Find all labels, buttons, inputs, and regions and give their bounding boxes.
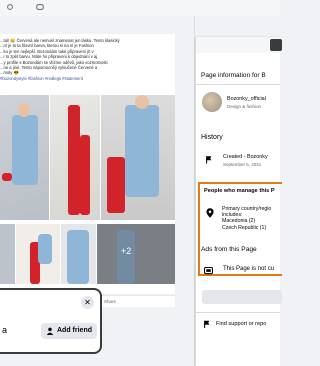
location-pin-icon bbox=[206, 208, 214, 218]
divider bbox=[196, 312, 280, 313]
post-card: ...tal! 😊 Červená ale nemusí znamenat je… bbox=[0, 34, 175, 307]
page-category: Design & fashion bbox=[227, 104, 262, 109]
history-title: History bbox=[201, 134, 223, 141]
page-info-panel: Page information for B Bozonky_official … bbox=[196, 37, 282, 366]
avatar[interactable] bbox=[202, 92, 222, 112]
person-add-icon bbox=[46, 327, 54, 335]
post-photo-5[interactable] bbox=[16, 224, 60, 284]
share-button[interactable]: Share bbox=[104, 299, 116, 304]
post-hashtags[interactable]: #bozondystyle #fashion #redlegs #stateme… bbox=[0, 76, 83, 81]
ads-library-button[interactable] bbox=[202, 290, 282, 304]
browser-toolbar bbox=[0, 0, 280, 16]
ads-note: This Page is not cu bbox=[223, 266, 275, 272]
post-photo-2[interactable] bbox=[50, 95, 100, 220]
post-text: ...tal! 😊 Červená ale nemusí znamenat je… bbox=[0, 38, 120, 81]
post-photo-3[interactable] bbox=[101, 95, 175, 220]
divider bbox=[196, 84, 280, 85]
page-name[interactable]: Bozonky_official bbox=[227, 96, 266, 102]
ads-icon bbox=[204, 267, 213, 275]
post-photo-6[interactable] bbox=[61, 224, 96, 284]
divider bbox=[194, 16, 195, 366]
report-icon bbox=[204, 320, 210, 328]
settings-icon[interactable] bbox=[6, 3, 14, 11]
notification-icon[interactable] bbox=[36, 3, 44, 11]
history-event: Created - Bozonky bbox=[223, 154, 268, 160]
flag-icon bbox=[206, 156, 212, 164]
panel-title: Page information for B bbox=[201, 72, 266, 79]
post-photo-4[interactable] bbox=[0, 224, 15, 284]
post-photo-1[interactable] bbox=[0, 95, 49, 220]
friend-suggestion-popup: ✕ a Add friend bbox=[0, 288, 102, 354]
popup-text-fragment: a bbox=[2, 325, 8, 335]
managers-locations: Primary country/regio includes: Macedoni… bbox=[222, 206, 272, 231]
history-date: September 6, 2021 bbox=[223, 162, 262, 167]
support-link[interactable]: Find support or repo bbox=[216, 321, 266, 327]
add-friend-button[interactable]: Add friend bbox=[41, 323, 97, 339]
more-photos-count: +2 bbox=[121, 246, 132, 256]
managers-section: People who manage this P Primary country… bbox=[198, 182, 282, 276]
managers-title: People who manage this P bbox=[204, 188, 275, 194]
ads-title: Ads from this Page bbox=[201, 246, 257, 253]
post-photo-more[interactable]: +2 bbox=[97, 224, 175, 284]
panel-close-icon[interactable] bbox=[270, 39, 282, 51]
add-friend-label: Add friend bbox=[57, 327, 92, 334]
close-button[interactable]: ✕ bbox=[81, 296, 94, 309]
panel-header bbox=[196, 37, 282, 53]
